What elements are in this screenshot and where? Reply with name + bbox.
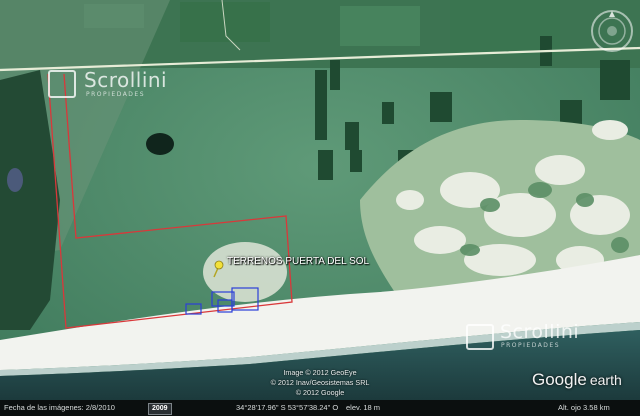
watermark-tagline: PROPIEDADES [501, 342, 561, 349]
watermark-tagline: PROPIEDADES [86, 91, 146, 98]
watermark-brand: Scrollini [84, 68, 168, 92]
field-plot [340, 6, 420, 46]
scrollini-logo-icon [466, 324, 494, 350]
field-plot [180, 2, 270, 42]
dark-pond [146, 133, 174, 155]
logo-google: Google [532, 370, 587, 389]
imagery-date: Fecha de las imágenes: 2/8/2010 [4, 403, 115, 412]
cursor-coordinates: 34°28'17.96" S 53°57'38.24" O [236, 403, 339, 412]
logo-earth: earth [589, 372, 622, 388]
historical-imagery-year-badge[interactable]: 2009 [148, 403, 172, 415]
google-earth-logo: Google earth [532, 370, 622, 390]
satellite-map[interactable] [0, 0, 640, 416]
placemark-label[interactable]: TERRENOS PUERTA DEL SOL [227, 256, 369, 267]
elevation-readout: elev. 18 m [346, 403, 381, 412]
watermark-brand: Scrollini [500, 321, 580, 343]
scrollini-logo-icon [48, 70, 76, 98]
lagoon-west [7, 168, 23, 192]
imagery-credits: Image © 2012 GeoEye © 2012 Inav/Geosiste… [250, 368, 390, 398]
status-bar: Fecha de las imágenes: 2/8/2010 2009 34°… [0, 400, 640, 416]
credit-line: Image © 2012 GeoEye [283, 368, 357, 377]
credit-line: © 2012 Inav/Geosistemas SRL [270, 378, 370, 387]
eye-altitude-readout: Alt. ojo 3.58 km [558, 403, 610, 412]
credit-line: © 2012 Google [295, 388, 345, 397]
